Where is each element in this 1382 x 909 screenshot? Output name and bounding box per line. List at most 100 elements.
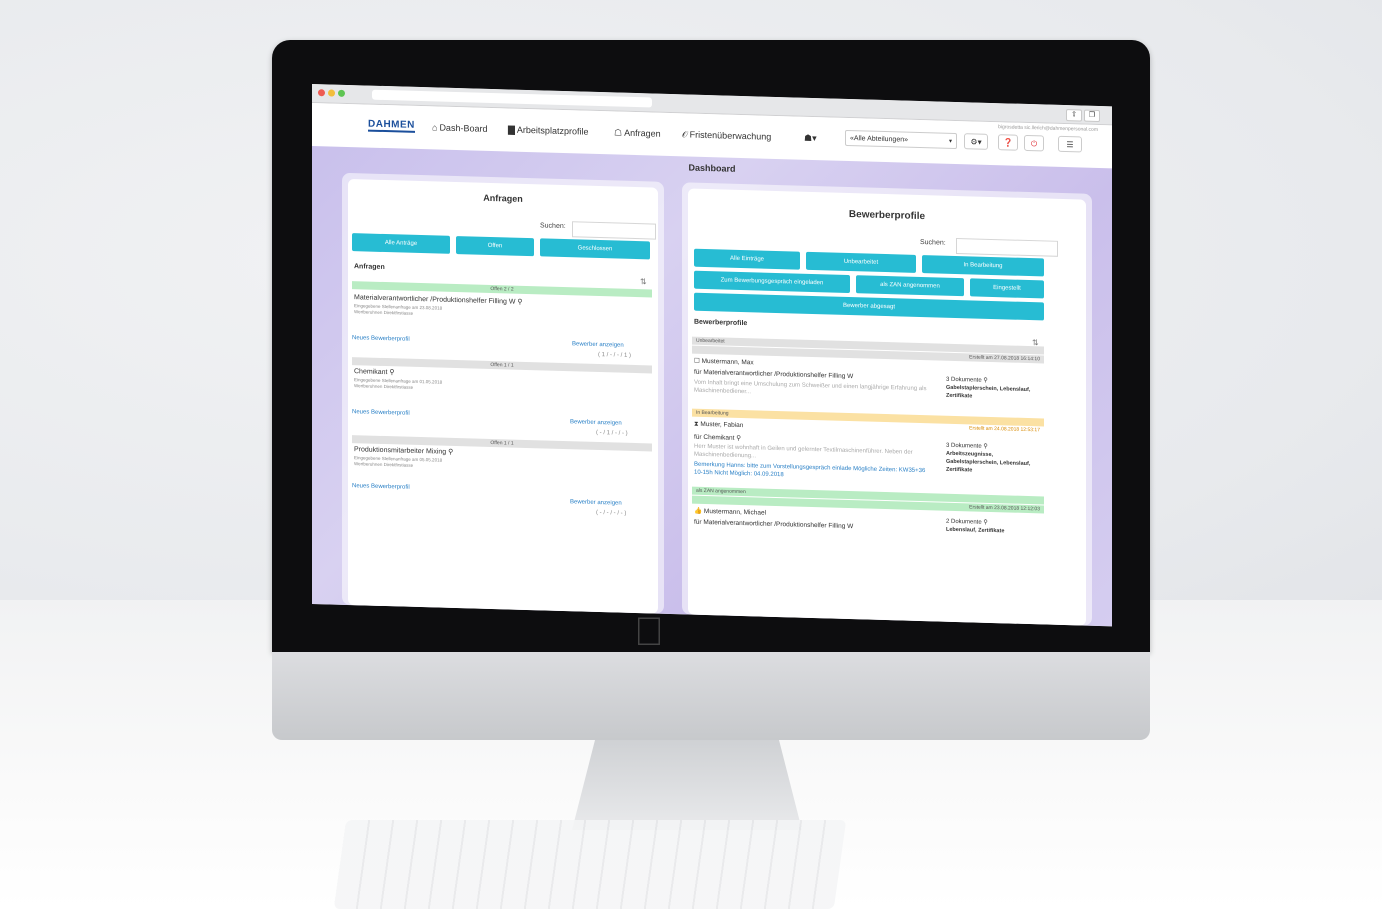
show-applicants-link[interactable]: Bewerber anzeigen xyxy=(570,419,622,426)
created-date-text: Erstellt am 23.08.2018 12:12:03 xyxy=(969,504,1040,513)
bewerber-panel: Bewerberprofile Suchen: Alle Einträge Un… xyxy=(682,182,1092,626)
show-applicants-link[interactable]: Bewerber anzeigen xyxy=(570,499,622,506)
filter-eingestellt[interactable]: Eingestellt xyxy=(970,278,1044,299)
anfragen-card: Anfragen Suchen: Alle Anträge Offen Gesc… xyxy=(348,179,658,614)
applicant-name[interactable]: 👍 Mustermann, Michael xyxy=(694,507,766,517)
nav-fristenueberwachung[interactable]: 𝒪 Fristenüberwachung xyxy=(682,129,771,142)
anfragen-search-input[interactable] xyxy=(572,221,656,240)
filter-alle-eintraege[interactable]: Alle Einträge xyxy=(694,248,800,270)
applicant-name-text: Muster, Fabian xyxy=(700,420,744,430)
user-icon: ☐ xyxy=(694,357,700,365)
request-title-text: Chemikant xyxy=(354,368,388,377)
documents-count: 2 Dokumente xyxy=(946,518,982,526)
request-title[interactable]: Chemikant ⚲ xyxy=(354,367,395,376)
folder-icon: ▇ xyxy=(508,124,515,135)
chevron-down-icon: ▾ xyxy=(948,138,952,145)
home-icon: ⌂ xyxy=(432,122,438,133)
request-meta: Eingegebene Stellenanfrage am 01.05.2018… xyxy=(354,377,442,391)
department-select-value: «Alle Abteilungen» xyxy=(850,135,908,144)
address-bar[interactable] xyxy=(372,89,652,108)
request-title-text: Produktionsmitarbeiter Mixing xyxy=(354,446,447,456)
filter-zan-angenommen[interactable]: als ZAN angenommen xyxy=(856,275,964,297)
search-icon[interactable]: ⚲ xyxy=(983,378,987,384)
applicant-position-text: für Chemikant xyxy=(694,433,735,442)
filter-in-bearbeitung[interactable]: In Bearbeitung xyxy=(922,255,1044,277)
nav-arbeitsplatzprofile-label: Arbeitsplatzprofile xyxy=(516,124,589,137)
documents[interactable]: 3 Dokumente ⚲ Arbeitszeugnisse, Gabelstap… xyxy=(946,442,1042,477)
documents-count: 3 Dokumente xyxy=(946,376,982,384)
tabs-icon[interactable]: ❐ xyxy=(1084,109,1100,123)
anfragen-section-title: Anfragen xyxy=(354,263,385,272)
anfragen-search-label: Suchen: xyxy=(540,222,566,231)
applicant-note: Vom Inhalt bringt eine Umschulung zum Sc… xyxy=(694,379,927,396)
user-email: bigrosdetta sic.llerich@dahmenpersonal.c… xyxy=(998,124,1098,133)
user-menu-icon[interactable]: ☗▾ xyxy=(804,133,817,144)
inbox-icon: ☖ xyxy=(614,127,623,138)
share-icon[interactable]: ⇪ xyxy=(1066,109,1082,122)
apple-logo-icon:  xyxy=(634,610,664,655)
minimize-window-icon[interactable] xyxy=(328,89,335,97)
request-meta-owner: Wertberuhnen Direktfirstiasse xyxy=(354,383,414,390)
search-icon[interactable]: ⚲ xyxy=(983,444,987,450)
thumbs-up-icon: 👍 xyxy=(694,507,703,515)
show-applicants-link[interactable]: Bewerber anzeigen xyxy=(572,341,624,348)
bewerber-search-label: Suchen: xyxy=(920,238,946,247)
new-profile-link[interactable]: Neues Bewerberprofil xyxy=(352,483,410,491)
applicant-position[interactable]: für Chemikant ⚲ xyxy=(694,433,741,442)
filter-bewerbungsgespraech[interactable]: Zum Bewerbungsgespräch eingeladen xyxy=(694,270,850,294)
status-badge: Offen 1 / 1 xyxy=(352,357,652,374)
created-date-text: Erstellt am 27.08.2018 16:14:10 xyxy=(969,354,1040,363)
bewerber-card: Bewerberprofile Suchen: Alle Einträge Un… xyxy=(688,188,1086,626)
close-window-icon[interactable] xyxy=(318,89,325,97)
new-profile-link[interactable]: Neues Bewerberprofil xyxy=(352,409,410,417)
bewerber-title: Bewerberprofile xyxy=(848,208,926,223)
request-meta: Eingegebene Stellenanfrage am 05.05.2018… xyxy=(354,455,442,469)
logout-icon[interactable]: ⏻ xyxy=(1024,134,1044,152)
new-profile-link[interactable]: Neues Bewerberprofil xyxy=(352,335,410,343)
search-icon[interactable]: ⚲ xyxy=(517,299,522,306)
documents-list: Arbeitszeugnisse, Gabelstaplerschein, Le… xyxy=(946,450,1031,474)
keyboard xyxy=(333,820,847,909)
bewerber-section-title: Bewerberprofile xyxy=(694,318,748,328)
applicant-name[interactable]: ☐ Mustermann, Max xyxy=(694,357,754,367)
search-icon[interactable]: ⚲ xyxy=(389,369,394,376)
dahmen-logo[interactable]: DAHMEN xyxy=(368,118,415,133)
applicant-counts: ( - / - / - / - ) xyxy=(596,509,627,517)
search-icon[interactable]: ⚲ xyxy=(983,520,987,526)
documents-list: Gabelstaplerschein, Lebenslauf, Zertifik… xyxy=(946,384,1031,400)
applicant-name[interactable]: ⧗ Muster, Fabian xyxy=(694,421,743,430)
filter-offen[interactable]: Offen xyxy=(456,236,534,257)
monitor-stand xyxy=(572,740,802,830)
maximize-window-icon[interactable] xyxy=(338,89,345,97)
help-icon[interactable]: ❓ xyxy=(998,134,1018,151)
link-icon: 𝒪 xyxy=(682,129,688,140)
nav-arbeitsplatzprofile[interactable]: ▇ Arbeitsplatzprofile xyxy=(508,124,588,137)
bewerber-search-input[interactable] xyxy=(956,237,1058,257)
nav-fristenueberwachung-label: Fristenüberwachung xyxy=(689,129,772,142)
department-select[interactable]: «Alle Abteilungen» ▾ xyxy=(845,129,957,150)
dashboard-content: Dashboard Anfragen Suchen: Alle Anträge … xyxy=(312,146,1112,627)
nav-dashboard-label: Dash-Board xyxy=(439,122,488,134)
nav-dashboard[interactable]: ⌂ Dash-Board xyxy=(432,122,487,134)
documents-list: Lebenslauf, Zertifikate xyxy=(946,526,1005,535)
filter-geschlossen[interactable]: Geschlossen xyxy=(540,238,650,260)
applicant-counts: ( 1 / - / - / 1 ) xyxy=(598,351,632,359)
monitor-chin xyxy=(272,652,1150,740)
request-meta-owner: Wertberuhnen Direktfirstiasse xyxy=(354,309,414,316)
applicant-position[interactable]: für Materialverantwortlicher /Produktion… xyxy=(694,519,853,530)
documents[interactable]: 3 Dokumente ⚲ Gabelstaplerschein, Lebensl… xyxy=(946,376,1042,403)
request-title[interactable]: Produktionsmitarbeiter Mixing ⚲ xyxy=(354,445,453,456)
hamburger-menu-icon[interactable]: ☰ xyxy=(1058,135,1082,153)
documents[interactable]: 2 Dokumente ⚲ Lebenslauf, Zertifikate xyxy=(946,518,1042,537)
anfragen-title: Anfragen xyxy=(483,192,523,204)
applicant-name-text: Mustermann, Max xyxy=(701,357,754,367)
settings-icon[interactable]: ⚙▾ xyxy=(964,133,988,150)
search-icon[interactable]: ⚲ xyxy=(448,449,453,456)
nav-anfragen[interactable]: ☖ Anfragen xyxy=(614,127,661,139)
applicant-counts: ( - / 1 / - / - ) xyxy=(596,429,628,437)
sort-icon[interactable]: ⇅ xyxy=(640,277,647,286)
created-date-text: Erstellt am 24.08.2018 12:53:17 xyxy=(969,425,1040,434)
filter-unbearbeitet[interactable]: Unbearbeitet xyxy=(806,251,916,273)
search-icon[interactable]: ⚲ xyxy=(736,435,741,442)
filter-alle-antraege[interactable]: Alle Anträge xyxy=(352,233,450,254)
